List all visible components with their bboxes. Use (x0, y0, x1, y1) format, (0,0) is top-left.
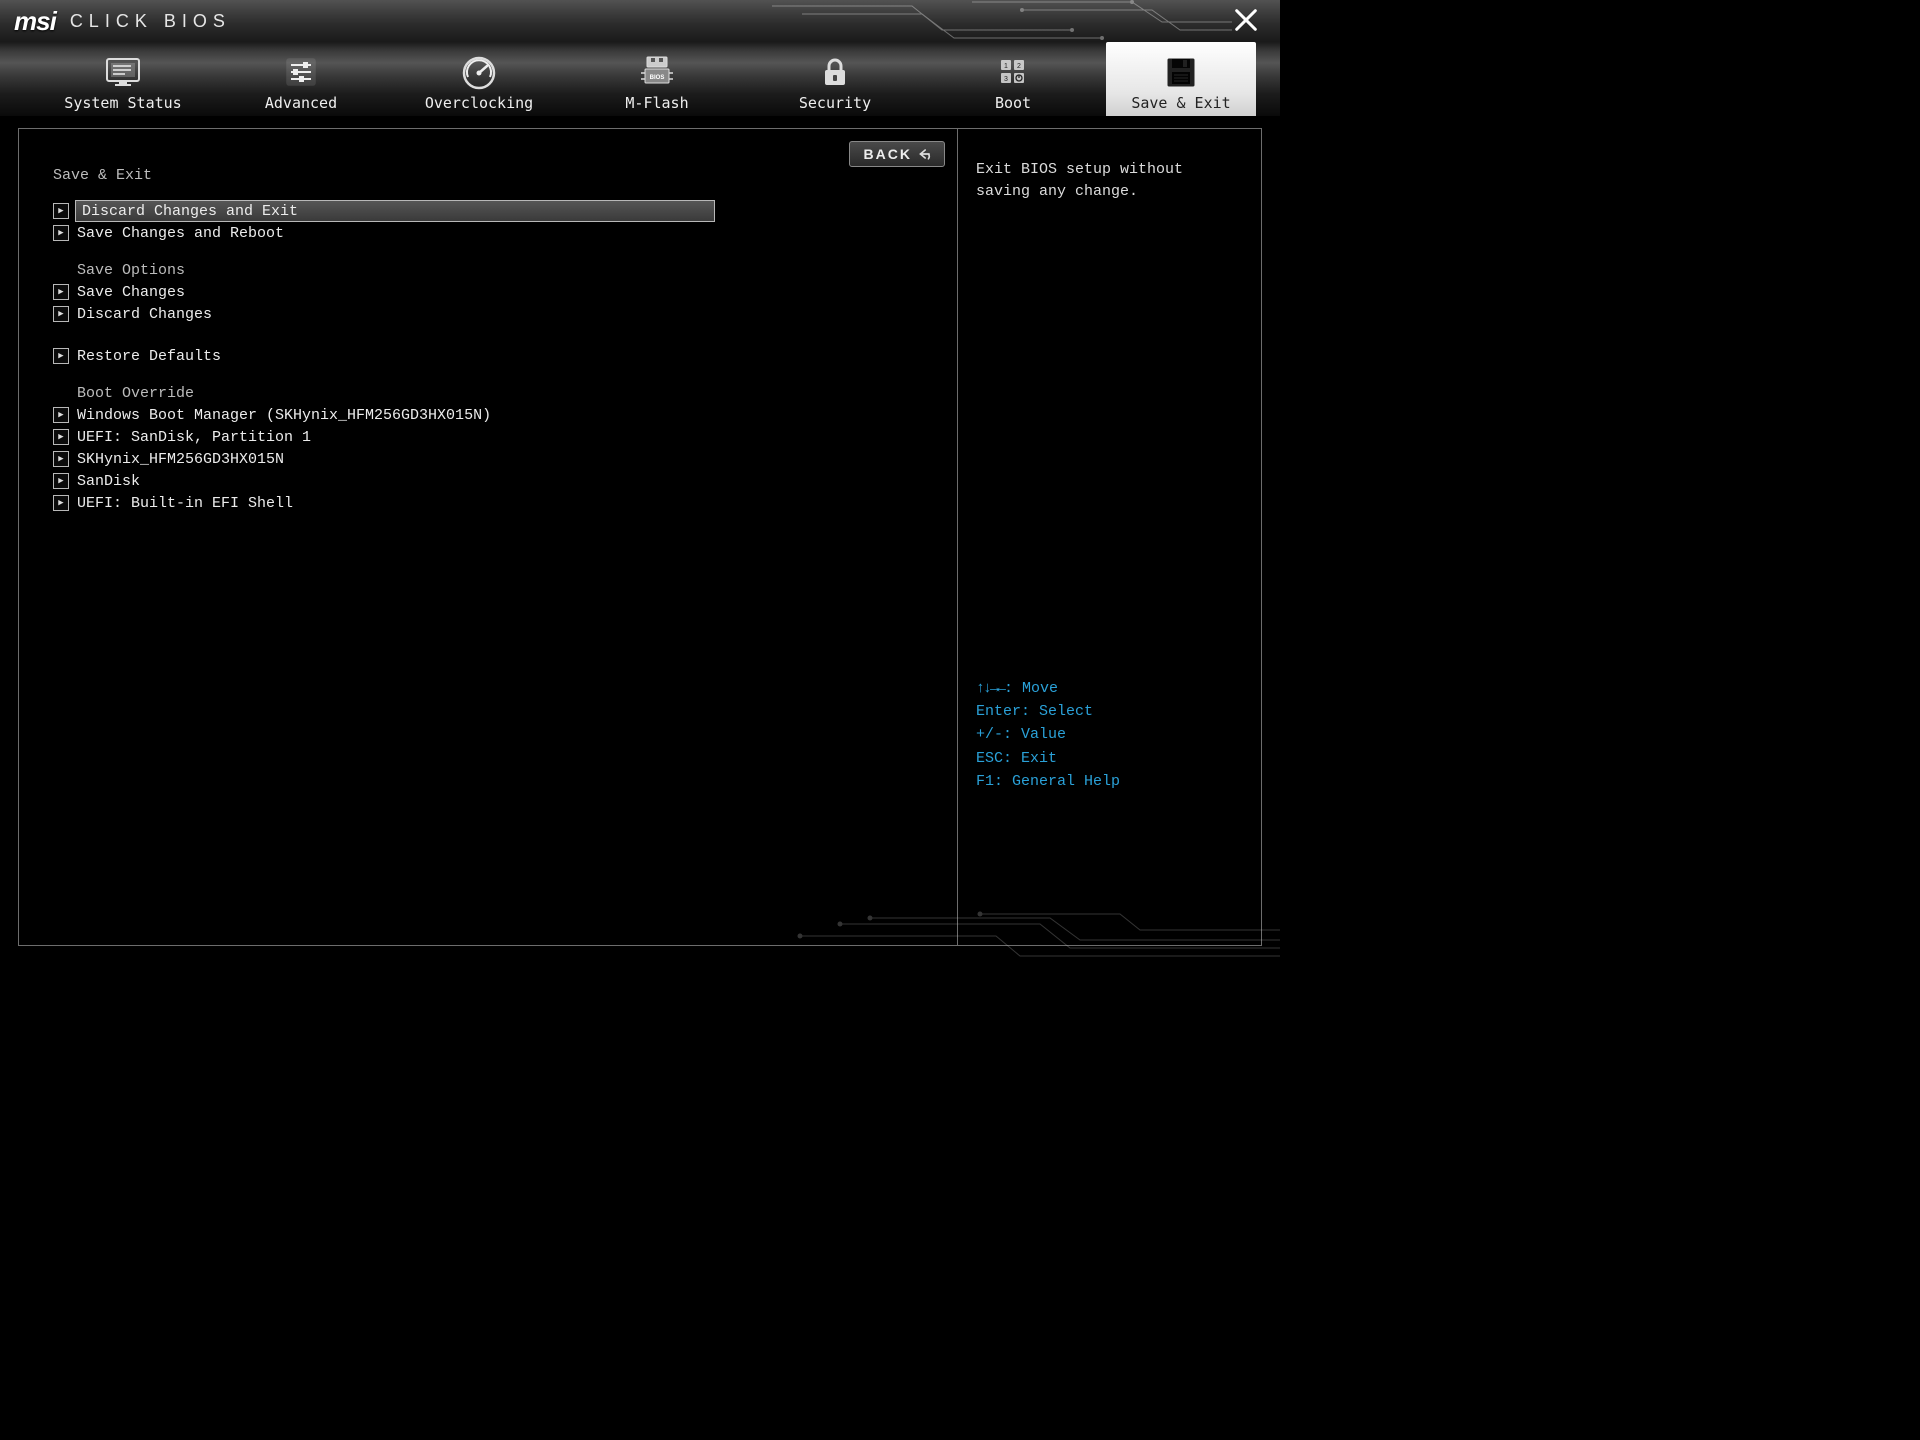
back-label: BACK (864, 146, 912, 162)
key-hint: ESC: Exit (976, 747, 1243, 770)
nav-tab-advanced[interactable]: Advanced (212, 42, 390, 116)
settings-pane: BACK Save & Exit ▶ Discard Changes and Ex… (19, 129, 957, 945)
menu-item-label: SKHynix_HFM256GD3HX015N (77, 451, 284, 468)
nav-tab-boot[interactable]: Boot (924, 42, 1102, 116)
key-hint: +/-: Value (976, 723, 1243, 746)
play-icon: ▶ (53, 473, 69, 489)
product-name: CLICK BIOS (70, 11, 231, 32)
nav-tab-system-status[interactable]: System Status (34, 42, 212, 116)
menu-item[interactable]: ▶ Windows Boot Manager (SKHynix_HFM256GD3… (53, 404, 933, 426)
nav-tab-label: Overclocking (425, 94, 533, 112)
chip-bios-icon (637, 53, 677, 91)
key-hint: F1: General Help (976, 770, 1243, 793)
help-text: Exit BIOS setup without saving any chang… (976, 159, 1243, 203)
help-pane: Exit BIOS setup without saving any chang… (957, 129, 1261, 945)
menu-item[interactable]: ▶ Discard Changes (53, 303, 933, 325)
lock-icon (815, 53, 855, 91)
play-icon: ▶ (53, 348, 69, 364)
play-icon: ▶ (53, 407, 69, 423)
nav-tab-m-flash[interactable]: M-Flash (568, 42, 746, 116)
page-title: Save & Exit (53, 167, 933, 184)
menu-item-label: Discard Changes (77, 306, 212, 323)
content-panel: BACK Save & Exit ▶ Discard Changes and Ex… (18, 128, 1262, 946)
menu-item[interactable]: ▶ SanDisk (53, 470, 933, 492)
nav-tab-overclocking[interactable]: Overclocking (390, 42, 568, 116)
menu-item[interactable]: ▶ Discard Changes and Exit (53, 200, 933, 222)
menu-item[interactable]: ▶ SKHynix_HFM256GD3HX015N (53, 448, 933, 470)
nav-tab-label: System Status (64, 94, 181, 112)
monitor-icon (103, 53, 143, 91)
key-hint: Enter: Select (976, 700, 1243, 723)
menu-item-label: Discard Changes and Exit (82, 203, 298, 220)
nav-tab-save-exit[interactable]: Save & Exit (1106, 42, 1256, 116)
nav-tab-label: Boot (995, 94, 1031, 112)
section-header: Save Options (77, 262, 933, 279)
section-header: Boot Override (77, 385, 933, 402)
menu-item[interactable]: ▶ Restore Defaults (53, 345, 933, 367)
nav-tab-label: M-Flash (625, 94, 688, 112)
brand-logo: msi (14, 6, 56, 37)
main-area: BACK Save & Exit ▶ Discard Changes and Ex… (0, 116, 1280, 960)
sliders-icon (281, 53, 321, 91)
play-icon: ▶ (53, 451, 69, 467)
key-hints: ↑↓→←: MoveEnter: Select+/-: ValueESC: Ex… (976, 677, 1243, 793)
play-icon: ▶ (53, 495, 69, 511)
gauge-icon (459, 53, 499, 91)
menu-item-label: Restore Defaults (77, 348, 221, 365)
back-button[interactable]: BACK (849, 141, 945, 167)
nav-tab-security[interactable]: Security (746, 42, 924, 116)
key-hint: ↑↓→←: Move (976, 677, 1243, 700)
floppy-icon (1161, 53, 1201, 91)
menu-item[interactable]: ▶ UEFI: Built-in EFI Shell (53, 492, 933, 514)
menu-item-label: Windows Boot Manager (SKHynix_HFM256GD3H… (77, 407, 491, 424)
menu-item-label: Save Changes (77, 284, 185, 301)
circuit-decor-top (772, 0, 1232, 40)
menu-item[interactable]: ▶ Save Changes and Reboot (53, 222, 933, 244)
nav-tab-label: Security (799, 94, 871, 112)
nav-tab-label: Save & Exit (1131, 94, 1230, 112)
play-icon: ▶ (53, 429, 69, 445)
close-icon (1232, 6, 1260, 34)
menu-item-label: UEFI: Built-in EFI Shell (77, 495, 293, 512)
play-icon: ▶ (53, 284, 69, 300)
undo-icon (918, 147, 934, 161)
menu-item-label: SanDisk (77, 473, 140, 490)
menu-item-label: UEFI: SanDisk, Partition 1 (77, 429, 311, 446)
menu-item[interactable]: ▶ Save Changes (53, 281, 933, 303)
menu-item[interactable]: ▶ UEFI: SanDisk, Partition 1 (53, 426, 933, 448)
close-button[interactable] (1232, 6, 1260, 34)
header-bar: msi CLICK BIOS (0, 0, 1280, 42)
play-icon: ▶ (53, 203, 69, 219)
nav-tab-label: Advanced (265, 94, 337, 112)
nav-bar: System Status Advanced Overclocking M-Flash… (0, 42, 1280, 116)
play-icon: ▶ (53, 306, 69, 322)
keypad-icon (993, 53, 1033, 91)
play-icon: ▶ (53, 225, 69, 241)
menu-item-label: Save Changes and Reboot (77, 225, 284, 242)
